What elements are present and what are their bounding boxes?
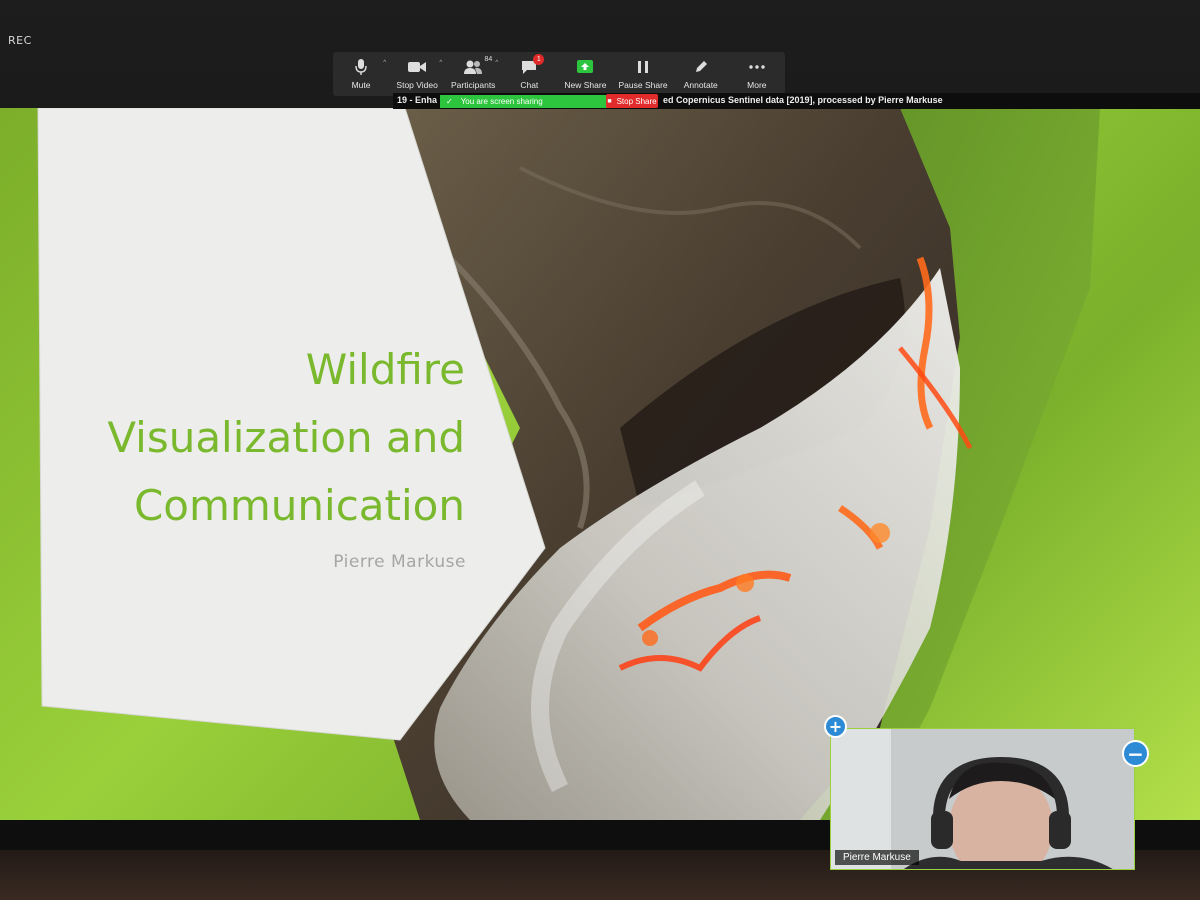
stop-square-icon: ■	[607, 97, 612, 105]
stop-video-button[interactable]: ^ Stop Video	[394, 58, 442, 90]
add-button[interactable]: +	[824, 715, 847, 738]
pencil-icon	[690, 58, 712, 76]
chat-unread-badge: 1	[533, 54, 545, 65]
video-camera-icon	[406, 58, 428, 76]
chevron-up-icon[interactable]: ^	[439, 60, 442, 66]
minimize-video-button[interactable]: −	[1122, 740, 1149, 767]
participants-icon	[462, 58, 484, 76]
stop-share-label: Stop Share	[616, 96, 657, 106]
screen-share-bar: 19 - Enha ✓ You are screen sharing ■ Sto…	[393, 93, 1200, 109]
ellipsis-icon	[746, 58, 768, 76]
pause-share-label: Pause Share	[618, 80, 668, 90]
sharing-status-label: You are screen sharing	[460, 97, 543, 106]
pause-share-button[interactable]: Pause Share	[619, 58, 668, 90]
slide-title-line-2: Visualization and	[107, 413, 465, 462]
stop-video-label: Stop Video	[396, 80, 438, 90]
new-share-button[interactable]: New Share	[562, 58, 608, 90]
participant-name-label: Pierre Markuse	[835, 850, 919, 865]
meeting-toolbar: ^ Mute ^ Stop Video 84 ^ Participants 1 …	[333, 52, 785, 96]
new-share-label: New Share	[564, 80, 607, 90]
annotate-button[interactable]: Annotate	[678, 58, 724, 90]
shared-window-title-end: ed Copernicus Sentinel data [2019], proc…	[663, 95, 943, 105]
chevron-up-icon[interactable]: ^	[383, 60, 386, 66]
participants-count: 84	[484, 56, 493, 63]
recording-indicator: REC	[8, 34, 32, 47]
stop-share-button[interactable]: ■ Stop Share	[606, 94, 658, 108]
self-video-tile[interactable]: Pierre Markuse	[830, 728, 1135, 870]
annotate-label: Annotate	[683, 80, 718, 90]
microphone-icon	[350, 58, 372, 76]
more-button[interactable]: More	[734, 58, 780, 90]
share-screen-icon	[574, 58, 596, 76]
chevron-up-icon[interactable]: ^	[495, 60, 498, 66]
screen-sharing-indicator[interactable]: ✓ You are screen sharing	[440, 95, 615, 108]
chat-label: Chat	[520, 80, 539, 90]
shared-window-title-start: 19 - Enha	[397, 95, 438, 105]
slide-author: Pierre Markuse	[333, 552, 466, 572]
slide-title-line-1: Wildfire	[305, 345, 465, 394]
checkmark-icon: ✓	[446, 97, 453, 106]
participants-label: Participants	[451, 80, 496, 90]
participant-video-feed	[831, 729, 1134, 869]
more-label: More	[747, 80, 767, 90]
mute-label: Mute	[351, 80, 371, 90]
chat-button[interactable]: 1 Chat	[506, 54, 552, 90]
pause-icon	[632, 58, 654, 76]
slide-title: Wildfire Visualization and Communication	[50, 336, 465, 540]
mute-button[interactable]: ^ Mute	[338, 58, 386, 90]
participants-button[interactable]: 84 ^ Participants	[450, 56, 498, 90]
shared-slide: Wildfire Visualization and Communication…	[0, 108, 1200, 820]
slide-title-line-3: Communication	[133, 481, 465, 530]
